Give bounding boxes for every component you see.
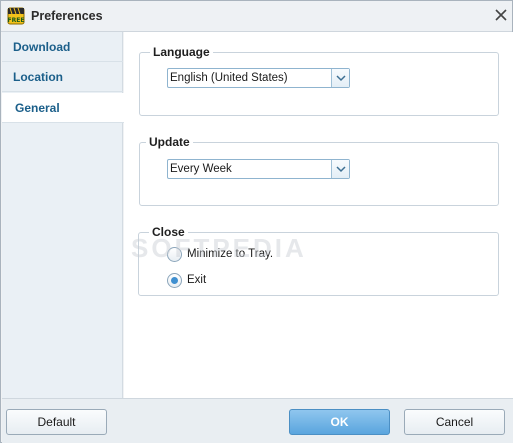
sidebar: Download Location General xyxy=(2,32,124,398)
preferences-window: FREE Preferences Download Location Gener… xyxy=(0,0,513,443)
minimize-to-tray-radio[interactable]: Minimize to Tray. xyxy=(167,246,307,264)
exit-radio[interactable]: Exit xyxy=(167,272,247,290)
sidebar-item-label: Location xyxy=(13,70,63,84)
language-dropdown[interactable]: English (United States) xyxy=(167,68,350,88)
chevron-down-icon xyxy=(336,75,346,82)
default-button[interactable]: Default xyxy=(6,409,107,435)
radio-button[interactable] xyxy=(167,247,182,262)
cancel-button[interactable]: Cancel xyxy=(404,409,505,435)
close-icon[interactable] xyxy=(491,5,511,25)
update-selected-value: Every Week xyxy=(170,163,232,175)
language-group-title: Language xyxy=(150,45,213,59)
radio-button[interactable] xyxy=(167,273,182,288)
svg-text:FREE: FREE xyxy=(8,17,25,24)
dropdown-button[interactable] xyxy=(331,160,349,178)
close-group-title: Close xyxy=(149,225,188,239)
radio-label: Minimize to Tray. xyxy=(187,248,274,260)
sidebar-item-label: General xyxy=(15,101,60,115)
update-dropdown[interactable]: Every Week xyxy=(167,159,350,179)
update-group: Update Every Week xyxy=(139,135,499,206)
language-selected-value: English (United States) xyxy=(170,72,288,84)
dropdown-button[interactable] xyxy=(331,69,349,87)
language-group: Language English (United States) xyxy=(139,45,499,116)
title-bar: FREE Preferences xyxy=(1,1,512,32)
radio-label: Exit xyxy=(187,274,207,286)
footer: Default OK Cancel xyxy=(2,398,513,443)
sidebar-item-download[interactable]: Download xyxy=(2,32,123,62)
free-app-icon: FREE xyxy=(7,7,25,25)
close-group: Close Minimize to Tray. Exit xyxy=(138,225,499,296)
settings-panel: Language English (United States) Update … xyxy=(124,32,513,398)
chevron-down-icon xyxy=(336,166,346,173)
sidebar-item-general[interactable]: General xyxy=(2,93,124,123)
window-title: Preferences xyxy=(31,9,103,23)
update-group-title: Update xyxy=(146,135,193,149)
sidebar-item-location[interactable]: Location xyxy=(2,62,123,92)
ok-button[interactable]: OK xyxy=(289,409,390,435)
sidebar-item-label: Download xyxy=(13,40,71,54)
